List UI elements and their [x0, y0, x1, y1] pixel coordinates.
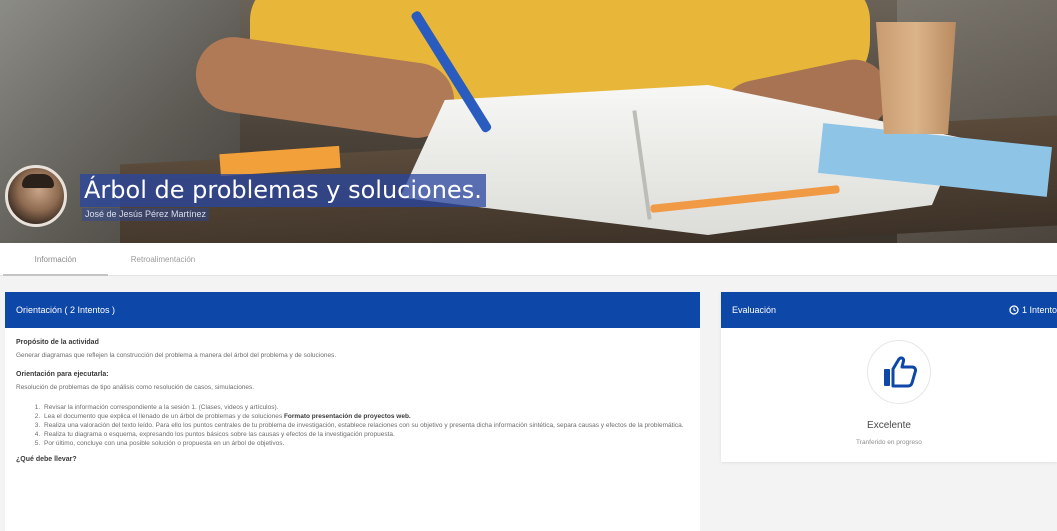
list-item: Lea el documento que explica el llenado …: [42, 412, 688, 421]
format-link: Formato presentación de proyectos web.: [283, 413, 411, 420]
activity-banner: Árbol de problemas y soluciones. José de…: [0, 0, 1057, 243]
attempts-indicator: 1 Intento: [1009, 292, 1057, 328]
history-icon: [1009, 305, 1019, 315]
deliver-title: ¿Qué debe llevar?: [16, 456, 77, 463]
orientation-heading: Orientación ( 2 Intentos ): [5, 292, 700, 328]
grade-label: Excelente: [867, 420, 911, 431]
tab-informacion[interactable]: Información: [3, 243, 108, 276]
evaluation-heading: Evaluación: [732, 305, 777, 315]
list-item: Realiza una valoración del texto leído. …: [42, 421, 688, 430]
page-title: Árbol de problemas y soluciones.: [80, 174, 486, 207]
evaluation-panel: Evaluación 1 Intento Excelente Tranferid…: [721, 292, 1057, 462]
page: Árbol de problemas y soluciones. José de…: [0, 0, 1057, 531]
purpose-title: Propósito de la actividad: [16, 339, 99, 346]
avatar: [5, 165, 67, 227]
list-item: Por último, concluye con una posible sol…: [42, 439, 688, 448]
howto-text: Resolución de problemas de tipo análisis…: [16, 384, 255, 391]
author-name: José de Jesús Pérez Martínez: [82, 208, 210, 221]
tab-bar: Información Retroalimentación: [0, 243, 1057, 276]
orientation-panel: Orientación ( 2 Intentos ) Propósito de …: [5, 292, 700, 531]
thumbs-up-icon: [884, 356, 918, 388]
attempts-count: 1 Intento: [1021, 305, 1057, 315]
grade-status: Tranferido en progreso: [856, 439, 922, 446]
purpose-text: Generar diagramas que reflejen la constr…: [16, 352, 337, 359]
howto-title: Orientación para ejecutarla:: [16, 371, 109, 378]
list-item: Realiza tu diagrama o esquema, expresand…: [42, 430, 688, 439]
tab-retroalimentacion[interactable]: Retroalimentación: [108, 243, 218, 276]
steps-list: Revisar la información correspondiente a…: [42, 403, 688, 448]
grade-badge: [867, 340, 931, 404]
list-item: Revisar la información correspondiente a…: [42, 403, 688, 412]
